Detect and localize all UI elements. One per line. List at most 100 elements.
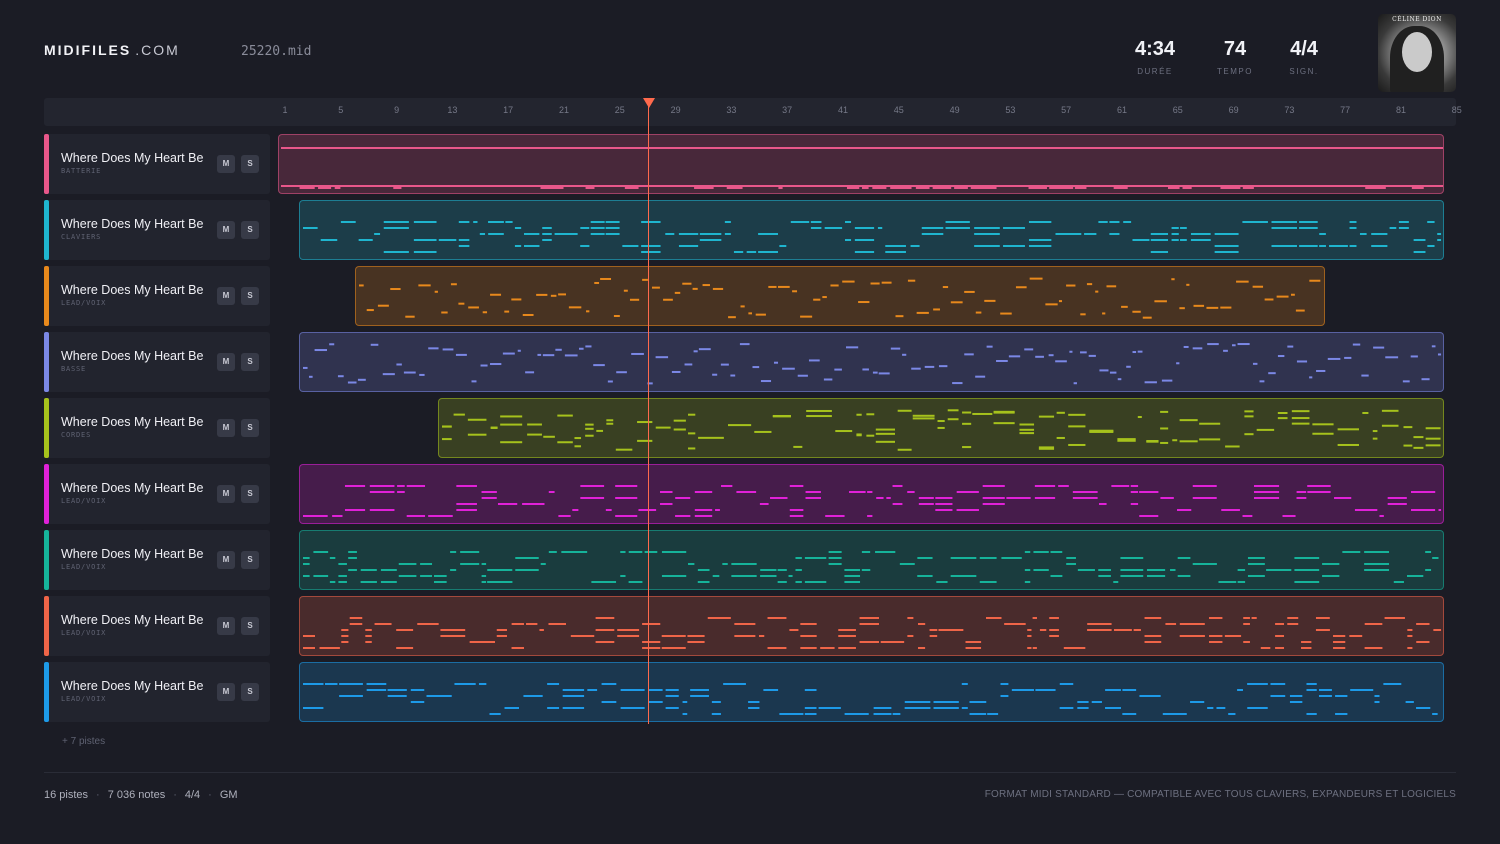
solo-button[interactable]: S	[241, 353, 259, 371]
midi-note	[1035, 689, 1056, 691]
mute-button[interactable]: M	[217, 221, 235, 239]
midi-note	[789, 629, 799, 631]
mute-button[interactable]: M	[217, 551, 235, 569]
midi-note	[1237, 343, 1250, 346]
track-lane[interactable]	[278, 464, 1448, 524]
midi-note	[302, 366, 308, 369]
track-header[interactable]: Where Does My Heart Be LEAD/VOIX M S	[44, 266, 270, 326]
midi-note	[1415, 707, 1431, 709]
playhead-handle-icon[interactable]	[642, 98, 655, 108]
midi-note	[1089, 430, 1114, 433]
midi-clip[interactable]	[354, 266, 1326, 326]
midi-note	[397, 485, 405, 487]
track-header[interactable]: Where Does My Heart Be LEAD/VOIX M S	[44, 530, 270, 590]
midi-note	[1072, 497, 1098, 499]
track-lane[interactable]	[278, 134, 1448, 194]
track-lane[interactable]	[278, 398, 1448, 458]
midi-note	[471, 380, 477, 383]
midi-note	[876, 497, 884, 499]
midi-clip[interactable]	[298, 662, 1444, 722]
mute-button[interactable]: M	[217, 683, 235, 701]
midi-note	[861, 551, 871, 553]
track-lane[interactable]	[278, 530, 1448, 590]
midi-note	[527, 423, 543, 426]
midi-note	[1122, 713, 1137, 715]
midi-note	[1179, 239, 1187, 241]
midi-note	[859, 617, 879, 619]
track-lane[interactable]	[278, 332, 1448, 392]
playhead[interactable]	[647, 104, 650, 724]
solo-button[interactable]: S	[241, 155, 259, 173]
midi-note	[302, 563, 310, 565]
midi-note	[1350, 689, 1374, 691]
solo-button[interactable]: S	[241, 287, 259, 305]
midi-note	[828, 563, 842, 565]
midi-note	[917, 557, 933, 559]
midi-note	[1252, 285, 1263, 288]
midi-note	[1433, 629, 1441, 631]
midi-note	[790, 221, 810, 223]
track-lane[interactable]	[278, 266, 1448, 326]
midi-note	[1172, 439, 1178, 442]
midi-note	[937, 420, 946, 423]
midi-note	[982, 497, 1005, 499]
midi-clip[interactable]	[298, 332, 1444, 392]
mute-button[interactable]: M	[217, 353, 235, 371]
midi-clip[interactable]	[298, 596, 1444, 656]
mute-button[interactable]: M	[217, 617, 235, 635]
mute-button[interactable]: M	[217, 155, 235, 173]
solo-button[interactable]: S	[241, 419, 259, 437]
track-header[interactable]: Where Does My Heart Be BASSE M S	[44, 332, 270, 392]
midi-note	[731, 563, 757, 565]
midi-note	[1144, 617, 1162, 619]
midi-note	[918, 503, 934, 505]
track-color-bar	[44, 398, 49, 458]
midi-note	[1192, 347, 1203, 350]
midi-note	[1150, 239, 1168, 241]
midi-note	[1344, 356, 1352, 359]
mute-button[interactable]: M	[217, 419, 235, 437]
midi-note	[838, 647, 856, 649]
track-header[interactable]: Where Does My Heart Be BATTERIE M S	[44, 134, 270, 194]
midi-note	[339, 695, 363, 697]
midi-note	[1364, 551, 1389, 553]
track-header[interactable]: Where Does My Heart Be CLAVIERS M S	[44, 200, 270, 260]
midi-clip[interactable]	[278, 134, 1444, 194]
midi-note	[1352, 343, 1361, 346]
track-header[interactable]: Where Does My Heart Be CORDES M S	[44, 398, 270, 458]
track-header[interactable]: Where Does My Heart Be LEAD/VOIX M S	[44, 596, 270, 656]
midi-note	[302, 227, 318, 229]
more-tracks-link[interactable]: + 7 pistes	[62, 736, 105, 747]
midi-note	[433, 581, 447, 583]
midi-note	[1242, 187, 1254, 189]
track-lane[interactable]	[278, 200, 1448, 260]
midi-note	[329, 557, 336, 559]
midi-note	[585, 423, 595, 426]
midi-note	[1034, 497, 1056, 499]
track-lane[interactable]	[278, 662, 1448, 722]
mute-button[interactable]: M	[217, 287, 235, 305]
midi-note	[1373, 437, 1378, 440]
track-lane[interactable]	[278, 596, 1448, 656]
solo-button[interactable]: S	[241, 683, 259, 701]
midi-note	[799, 315, 812, 318]
solo-button[interactable]: S	[241, 617, 259, 635]
solo-button[interactable]: S	[241, 485, 259, 503]
midi-clip[interactable]	[298, 464, 1444, 524]
track-category: CORDES	[61, 431, 92, 439]
mute-button[interactable]: M	[217, 485, 235, 503]
solo-button[interactable]: S	[241, 221, 259, 239]
midi-clip[interactable]	[438, 398, 1444, 458]
solo-button[interactable]: S	[241, 551, 259, 569]
midi-clip[interactable]	[298, 530, 1444, 590]
midi-note	[828, 557, 842, 559]
timeline-ruler[interactable]: 1 5 9 13 17 21 25 29 33 37 41 45 49 53 57 61 65 69 73 77 81 8…	[44, 98, 1462, 126]
midi-note	[1000, 695, 1009, 697]
midi-note	[590, 227, 605, 229]
brand-logo[interactable]: MIDIFILES .COM	[44, 42, 180, 58]
midi-clip[interactable]	[298, 200, 1444, 260]
track-header[interactable]: Where Does My Heart Be LEAD/VOIX M S	[44, 662, 270, 722]
midi-note	[1027, 647, 1032, 649]
midi-note	[1253, 497, 1280, 499]
track-header[interactable]: Where Does My Heart Be LEAD/VOIX M S	[44, 464, 270, 524]
